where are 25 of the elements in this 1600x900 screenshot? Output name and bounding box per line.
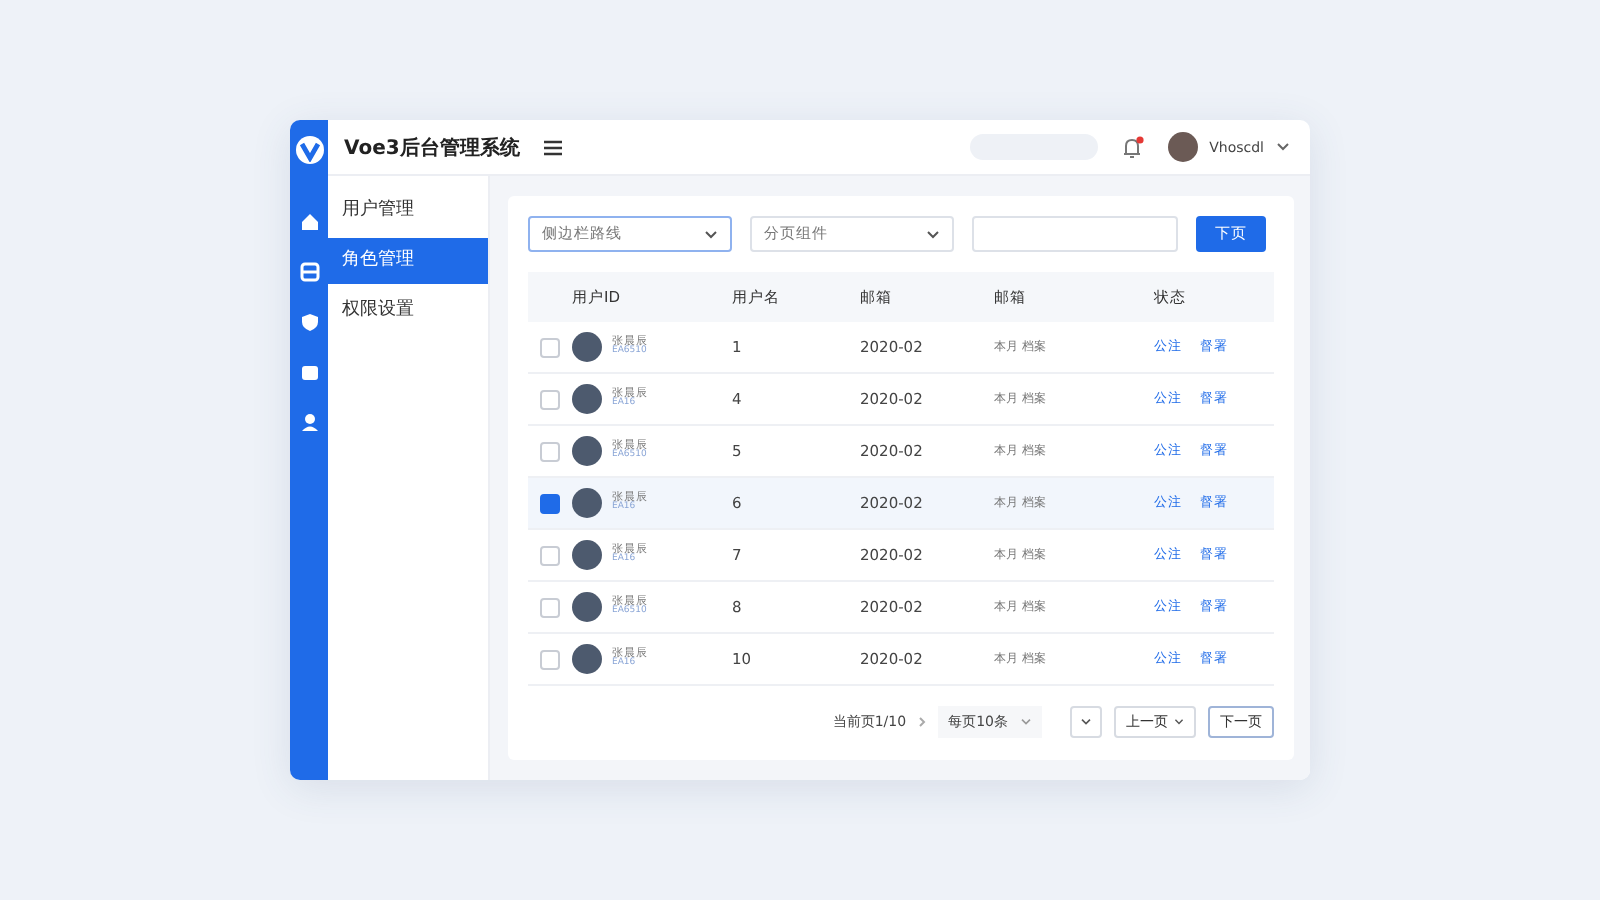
avatar-icon [572,384,602,414]
chevron-icon [926,229,940,239]
avatar-icon [572,332,602,362]
chevron-icon [1174,718,1184,726]
avatar-icon[interactable] [1167,132,1198,162]
avatar-icon [572,644,602,674]
chevron-icon [704,229,718,239]
chevron-icon [1080,718,1092,726]
menu-item[interactable]: 权限设置 [328,288,488,334]
avatar-icon [572,488,602,518]
search-field[interactable] [972,216,1178,252]
chevron-icon [918,716,927,728]
avatar-icon [572,592,602,622]
logo-icon [295,136,323,164]
checkbox[interactable] [540,493,560,513]
list-icon[interactable] [295,258,323,286]
chevron-icon[interactable] [1276,142,1290,152]
avatar-icon [572,436,602,466]
bell-icon[interactable] [1121,135,1144,159]
menu-item[interactable]: 角色管理 [328,238,488,284]
menu-icon[interactable] [543,139,562,155]
menu-item[interactable]: 用户管理 [328,188,488,234]
app-title: Voe3后台管理系统 [344,135,520,161]
chevron-icon [1020,718,1032,726]
avatar-icon [572,540,602,570]
